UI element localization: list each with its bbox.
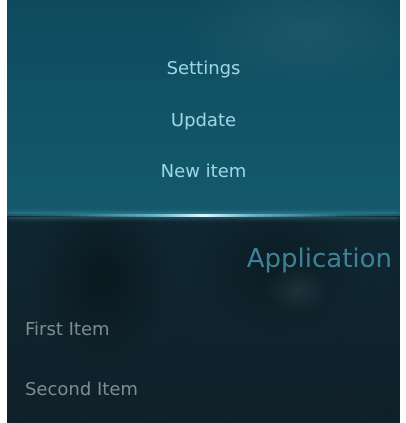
pulley-menu-highlight-line [7,214,400,217]
menu-item-new-item[interactable]: New item [7,160,400,184]
list-item-second[interactable]: Second Item [25,378,138,402]
menu-item-update[interactable]: Update [7,109,400,133]
page-header-title: Application [246,244,392,274]
list-item-first[interactable]: First Item [25,318,110,342]
pulley-menu: Settings Update New item [7,0,400,216]
menu-item-settings[interactable]: Settings [7,57,400,81]
app-window: Settings Update New item Application Fir… [7,0,400,423]
